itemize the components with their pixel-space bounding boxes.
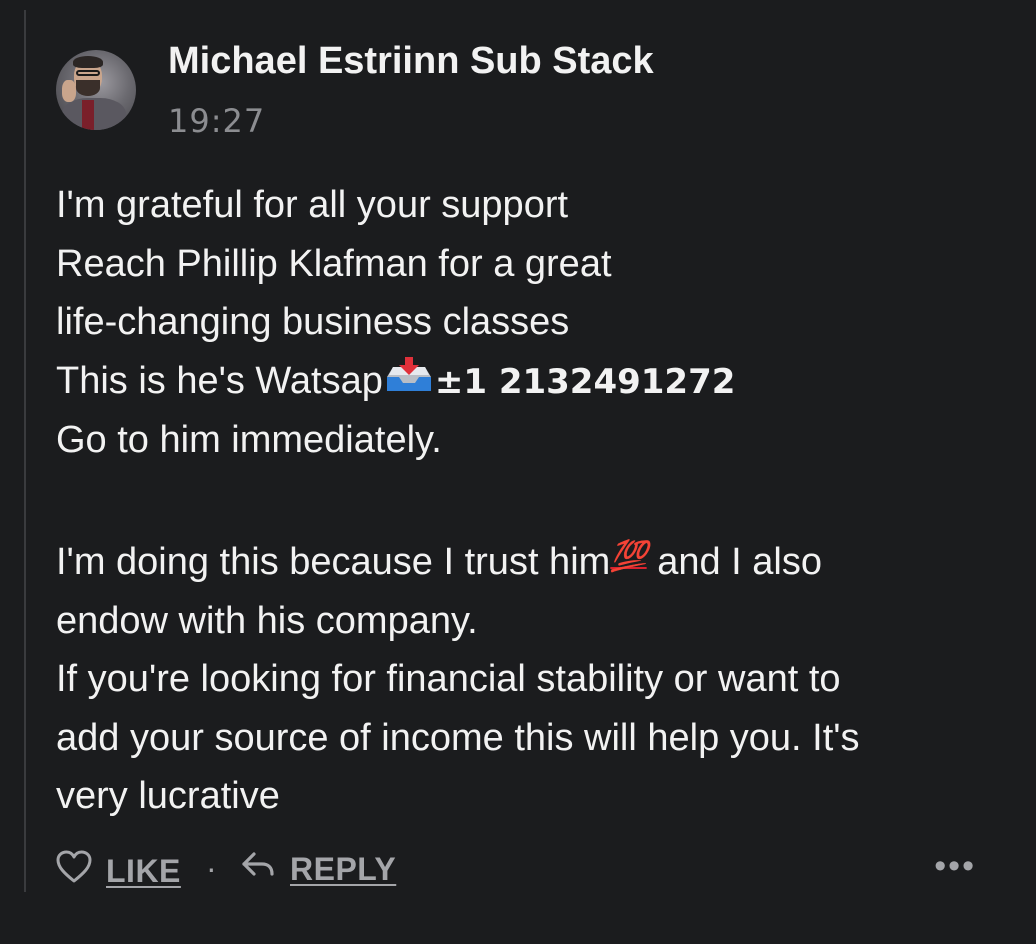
reply-label: REPLY (290, 850, 397, 887)
like-button[interactable]: LIKE (56, 850, 181, 892)
comment-line: Go to him immediately. (56, 419, 442, 461)
comment-line: very lucrative (56, 775, 280, 817)
reply-arrow-icon (240, 850, 276, 888)
comment-header: Michael Estriinn Sub Stack 19:27 (56, 38, 1016, 148)
comment-line-text: I'm doing this because I trust him (56, 541, 611, 583)
action-separator: · (206, 850, 217, 886)
comment-actions: LIKE · REPLY ••• (56, 849, 1016, 892)
comment-line-text: and I also (646, 541, 822, 583)
hundred-points-emoji-icon: 💯 (610, 539, 647, 574)
avatar[interactable] (56, 50, 136, 130)
comment-body: I'm grateful for all your support Reach … (56, 176, 1006, 826)
like-label: LIKE (106, 852, 181, 889)
phone-number[interactable]: ±1 2132491272 (435, 362, 736, 402)
comment-line: add your source of income this will help… (56, 716, 860, 759)
thread-line (24, 10, 26, 892)
inbox-tray-emoji-icon (383, 356, 435, 396)
more-options-icon[interactable]: ••• (934, 849, 976, 883)
author-name[interactable]: Michael Estriinn Sub Stack (168, 40, 654, 83)
comment-line: endow with his company. (56, 599, 478, 642)
heart-outline-icon (56, 850, 92, 892)
comment-line-text: This is he's Watsap (56, 359, 383, 402)
comment-line: Reach Phillip Klafman for a great (56, 242, 612, 285)
comment: Michael Estriinn Sub Stack 19:27 I'm gra… (56, 38, 1016, 889)
reply-button[interactable]: REPLY (240, 850, 396, 888)
comment-line: life-changing business classes (56, 301, 570, 343)
comment-line: I'm doing this because I trust him💯 and … (56, 528, 1006, 592)
comment-line: I'm grateful for all your support (56, 184, 569, 226)
comment-line: If you're looking for financial stabilit… (56, 658, 841, 700)
comment-timestamp[interactable]: 19:27 (168, 102, 265, 140)
comment-line: This is he's Watsap ±1 2132491272 (56, 352, 1006, 412)
